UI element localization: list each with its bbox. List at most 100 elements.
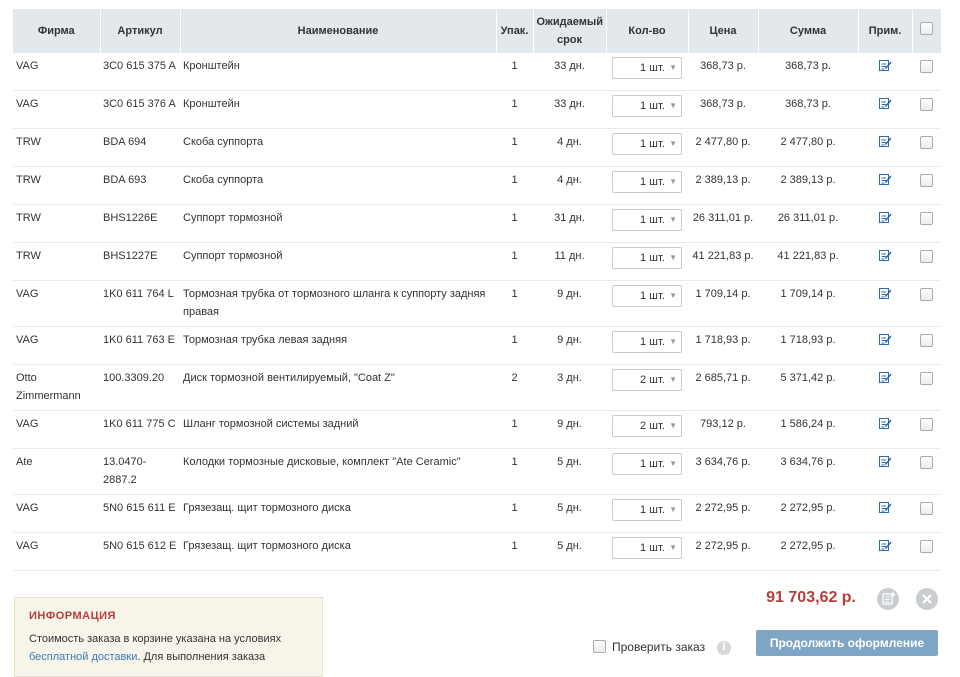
- cart-table: Фирма Артикул Наименование Упак. Ожидаем…: [13, 9, 942, 571]
- row-select-cell: [912, 53, 941, 91]
- add-to-list-icon[interactable]: [877, 588, 899, 610]
- edit-note-icon[interactable]: [878, 455, 892, 468]
- row-note-cell: [858, 410, 912, 449]
- row-pack: 1: [496, 326, 533, 365]
- row-term: 33 дн.: [533, 53, 606, 91]
- continue-checkout-button[interactable]: Продолжить оформление: [756, 630, 938, 656]
- edit-note-icon[interactable]: [878, 539, 892, 552]
- row-term: 5 дн.: [533, 448, 606, 495]
- quantity-select[interactable]: 1 шт. ▼: [612, 57, 682, 79]
- edit-note-icon[interactable]: [878, 211, 892, 224]
- row-price: 2 272,95 р.: [688, 532, 758, 571]
- edit-note-icon[interactable]: [878, 59, 892, 72]
- row-qty-cell: 2 шт. ▼: [606, 410, 688, 449]
- quantity-select[interactable]: 1 шт. ▼: [612, 499, 682, 521]
- quantity-select[interactable]: 1 шт. ▼: [612, 95, 682, 117]
- verify-order-checkbox[interactable]: [593, 640, 606, 654]
- row-price: 2 685,71 р.: [688, 364, 758, 411]
- row-checkbox[interactable]: [920, 334, 933, 347]
- info-text-after: . Для выполнения заказа: [137, 651, 266, 663]
- row-article: 1K0 611 763 E: [100, 326, 180, 365]
- info-icon[interactable]: i: [717, 640, 732, 655]
- row-firm: VAG: [13, 280, 100, 327]
- row-note-cell: [858, 204, 912, 243]
- col-term-line1: Ожидаемый: [536, 16, 603, 28]
- verify-order-control[interactable]: Проверить заказ i: [593, 640, 732, 655]
- row-checkbox[interactable]: [920, 540, 933, 553]
- row-checkbox[interactable]: [920, 502, 933, 515]
- row-term: 4 дн.: [533, 166, 606, 205]
- quantity-select[interactable]: 1 шт. ▼: [612, 171, 682, 193]
- edit-note-icon[interactable]: [878, 249, 892, 262]
- edit-note-icon[interactable]: [878, 287, 892, 300]
- col-article: Артикул: [100, 9, 181, 53]
- row-note-cell: [858, 532, 912, 571]
- quantity-select[interactable]: 1 шт. ▼: [612, 331, 682, 353]
- row-checkbox[interactable]: [920, 60, 933, 73]
- row-sum: 2 477,80 р.: [758, 128, 858, 167]
- chevron-down-icon: ▼: [669, 139, 677, 148]
- row-sum: 1 586,24 р.: [758, 410, 858, 449]
- edit-note-icon[interactable]: [878, 97, 892, 110]
- free-delivery-link[interactable]: бесплатной доставки: [29, 651, 137, 663]
- chevron-down-icon: ▼: [669, 543, 677, 552]
- quantity-select[interactable]: 1 шт. ▼: [612, 247, 682, 269]
- row-sum: 368,73 р.: [758, 90, 858, 129]
- row-note-cell: [858, 364, 912, 411]
- quantity-select[interactable]: 1 шт. ▼: [612, 453, 682, 475]
- row-article: 13.0470-2887.2: [100, 448, 180, 495]
- row-select-cell: [912, 166, 941, 205]
- chevron-down-icon: ▼: [669, 337, 677, 346]
- row-checkbox[interactable]: [920, 212, 933, 225]
- quantity-value: 1 шт.: [640, 542, 665, 554]
- row-qty-cell: 1 шт. ▼: [606, 204, 688, 243]
- row-select-cell: [912, 326, 941, 365]
- edit-note-icon[interactable]: [878, 135, 892, 148]
- edit-note-icon[interactable]: [878, 333, 892, 346]
- edit-note-icon[interactable]: [878, 501, 892, 514]
- quantity-select[interactable]: 1 шт. ▼: [612, 285, 682, 307]
- row-checkbox[interactable]: [920, 288, 933, 301]
- row-checkbox[interactable]: [920, 136, 933, 149]
- row-checkbox[interactable]: [920, 250, 933, 263]
- quantity-select[interactable]: 2 шт. ▼: [612, 415, 682, 437]
- row-checkbox[interactable]: [920, 418, 933, 431]
- edit-note-icon[interactable]: [878, 173, 892, 186]
- row-checkbox[interactable]: [920, 372, 933, 385]
- row-select-cell: [912, 494, 941, 533]
- row-firm: VAG: [13, 53, 100, 91]
- row-article: 100.3309.20: [100, 364, 180, 411]
- quantity-select[interactable]: 2 шт. ▼: [612, 369, 682, 391]
- quantity-value: 1 шт.: [640, 458, 665, 470]
- row-name: Тормозная трубка от тормозного шланга к …: [180, 280, 496, 327]
- quantity-value: 1 шт.: [640, 138, 665, 150]
- quantity-select[interactable]: 1 шт. ▼: [612, 133, 682, 155]
- quantity-select[interactable]: 1 шт. ▼: [612, 209, 682, 231]
- row-firm: VAG: [13, 326, 100, 365]
- row-checkbox[interactable]: [920, 174, 933, 187]
- row-checkbox[interactable]: [920, 456, 933, 469]
- select-all-checkbox[interactable]: [920, 21, 933, 35]
- row-term: 33 дн.: [533, 90, 606, 129]
- row-pack: 1: [496, 53, 533, 91]
- row-pack: 1: [496, 410, 533, 449]
- row-sum: 26 311,01 р.: [758, 204, 858, 243]
- row-firm: Otto Zimmermann: [13, 364, 100, 411]
- row-select-cell: [912, 410, 941, 449]
- close-icon[interactable]: [916, 588, 938, 610]
- row-pack: 1: [496, 242, 533, 281]
- chevron-down-icon: ▼: [669, 505, 677, 514]
- row-sum: 5 371,42 р.: [758, 364, 858, 411]
- row-firm: TRW: [13, 128, 100, 167]
- edit-note-icon[interactable]: [878, 371, 892, 384]
- row-checkbox[interactable]: [920, 98, 933, 111]
- edit-note-icon[interactable]: [878, 417, 892, 430]
- chevron-down-icon: ▼: [669, 215, 677, 224]
- table-row: VAG 5N0 615 612 E Грязезащ. щит тормозного…: [13, 532, 941, 571]
- row-name: Кронштейн: [180, 53, 496, 91]
- row-sum: 2 272,95 р.: [758, 494, 858, 533]
- row-sum: 2 272,95 р.: [758, 532, 858, 571]
- row-name: Грязезащ. щит тормозного диска: [180, 494, 496, 533]
- quantity-select[interactable]: 1 шт. ▼: [612, 537, 682, 559]
- row-note-cell: [858, 166, 912, 205]
